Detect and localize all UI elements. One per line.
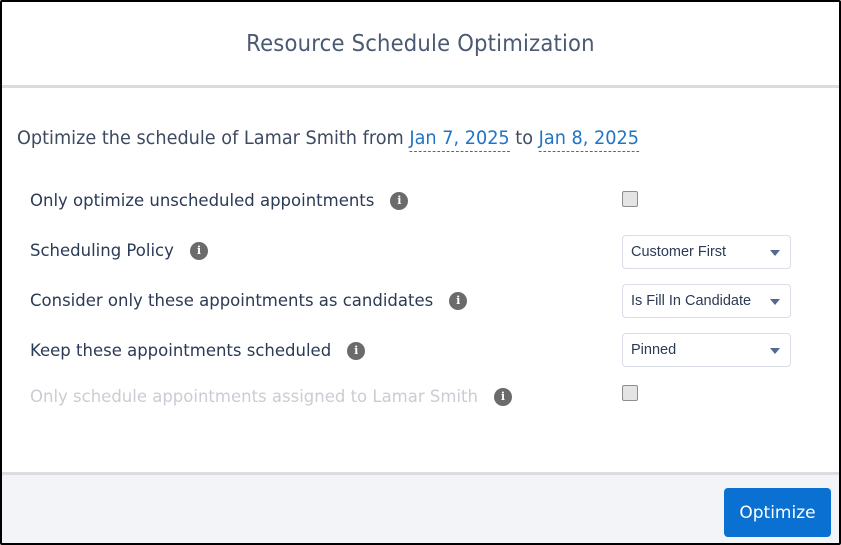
dialog-footer bbox=[2, 472, 839, 543]
optimize-button[interactable]: Optimize bbox=[724, 488, 831, 537]
option-label: Scheduling Policy bbox=[30, 241, 174, 260]
assigned-only-checkbox[interactable] bbox=[622, 385, 638, 401]
option-label: Consider only these appointments as cand… bbox=[30, 291, 434, 310]
option-row-scheduling-policy: Scheduling Policy i bbox=[30, 241, 208, 260]
optimization-summary: Optimize the schedule of Lamar Smith fro… bbox=[17, 127, 639, 152]
resource-name: Lamar Smith bbox=[243, 127, 358, 149]
end-date-link[interactable]: Jan 8, 2025 bbox=[538, 127, 639, 152]
chevron-down-icon bbox=[770, 250, 780, 256]
option-row-assigned-only: Only schedule appointments assigned to L… bbox=[30, 387, 512, 406]
select-value: Customer First bbox=[631, 244, 727, 260]
option-row-candidates: Consider only these appointments as cand… bbox=[30, 291, 468, 310]
start-date-link[interactable]: Jan 7, 2025 bbox=[409, 127, 510, 152]
dialog-header: Resource Schedule Optimization bbox=[2, 2, 839, 86]
select-value: Is Fill In Candidate bbox=[631, 293, 752, 309]
unscheduled-only-checkbox[interactable] bbox=[622, 191, 638, 207]
option-label: Keep these appointments scheduled bbox=[30, 341, 332, 360]
chevron-down-icon bbox=[770, 299, 780, 305]
select-value: Pinned bbox=[631, 342, 677, 358]
info-icon[interactable]: i bbox=[347, 341, 366, 360]
summary-prefix: Optimize the schedule of bbox=[17, 127, 239, 149]
info-icon[interactable]: i bbox=[493, 387, 512, 406]
option-label: Only schedule appointments assigned to L… bbox=[30, 387, 478, 406]
info-icon[interactable]: i bbox=[449, 291, 468, 310]
summary-to: to bbox=[515, 127, 534, 149]
summary-from: from bbox=[362, 127, 404, 149]
scheduling-policy-select[interactable]: Customer First bbox=[622, 235, 791, 269]
candidates-select[interactable]: Is Fill In Candidate bbox=[622, 284, 791, 318]
header-divider bbox=[2, 85, 839, 88]
keep-scheduled-select[interactable]: Pinned bbox=[622, 333, 791, 367]
info-icon[interactable]: i bbox=[390, 191, 409, 210]
option-label: Only optimize unscheduled appointments bbox=[30, 191, 375, 210]
option-row-keep-scheduled: Keep these appointments scheduled i bbox=[30, 341, 366, 360]
option-row-unscheduled-only: Only optimize unscheduled appointments i bbox=[30, 191, 409, 210]
dialog-title: Resource Schedule Optimization bbox=[246, 31, 595, 57]
optimization-dialog: Resource Schedule Optimization Optimize … bbox=[0, 0, 841, 545]
chevron-down-icon bbox=[770, 348, 780, 354]
info-icon[interactable]: i bbox=[189, 241, 208, 260]
